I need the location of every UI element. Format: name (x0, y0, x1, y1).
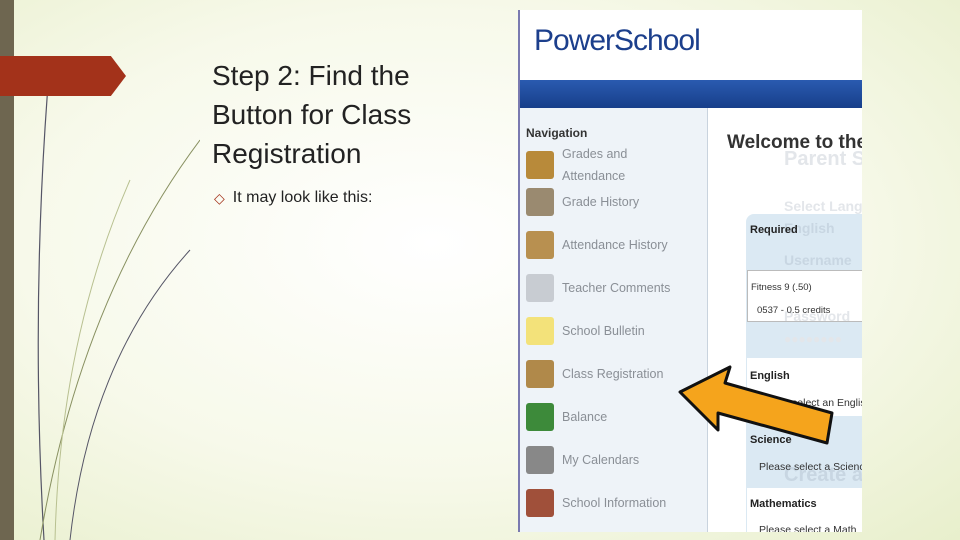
title-accent-tab (0, 56, 126, 96)
orange-arrow-pointer (678, 365, 834, 445)
diamond-outline-icon: ◇ (214, 189, 225, 206)
powerschool-screenshot: PowerSchool Navigation Parent S Welcome … (518, 10, 862, 532)
bullet-text: It may look like this: (232, 189, 373, 206)
bullet-item: ◇ It may look like this: (214, 189, 372, 207)
slide-title: Step 2: Find the Button for Class Regist… (212, 60, 412, 169)
